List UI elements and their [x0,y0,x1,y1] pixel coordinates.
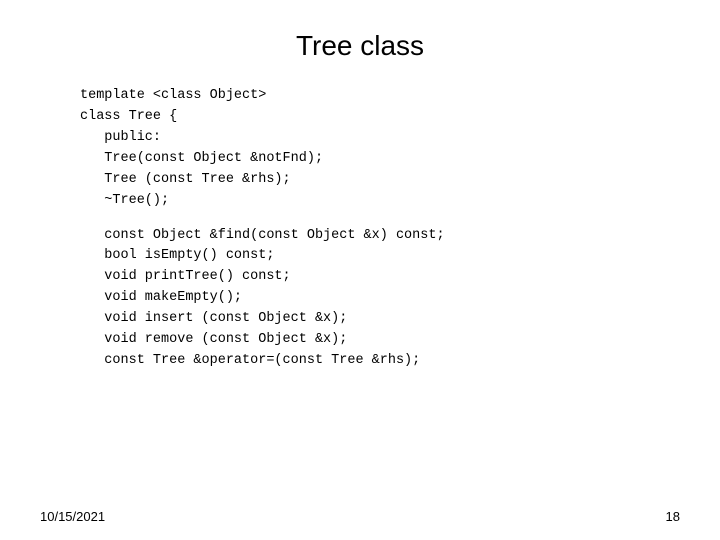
code-line-10: void printTree() const; [80,267,680,288]
code-line-1: template <class Object> [80,86,680,107]
footer-page-number: 18 [666,509,680,524]
code-line-13: void remove (const Object &x); [80,330,680,351]
code-line-14: const Tree &operator=(const Tree &rhs); [80,351,680,372]
code-line-8: const Object &find(const Object &x) cons… [80,226,680,247]
footer-date: 10/15/2021 [40,509,105,524]
code-line-5: Tree (const Tree &rhs); [80,170,680,191]
code-line-9: bool isEmpty() const; [80,246,680,267]
code-line-2: class Tree { [80,107,680,128]
code-block: template <class Object> class Tree { pub… [40,86,680,372]
code-line-3: public: [80,128,680,149]
code-spacer [80,212,680,226]
page-title: Tree class [40,30,680,62]
code-line-11: void makeEmpty(); [80,288,680,309]
code-line-6: ~Tree(); [80,191,680,212]
code-line-12: void insert (const Object &x); [80,309,680,330]
code-line-4: Tree(const Object &notFnd); [80,149,680,170]
footer: 10/15/2021 18 [40,509,680,524]
page: Tree class template <class Object> class… [0,0,720,540]
